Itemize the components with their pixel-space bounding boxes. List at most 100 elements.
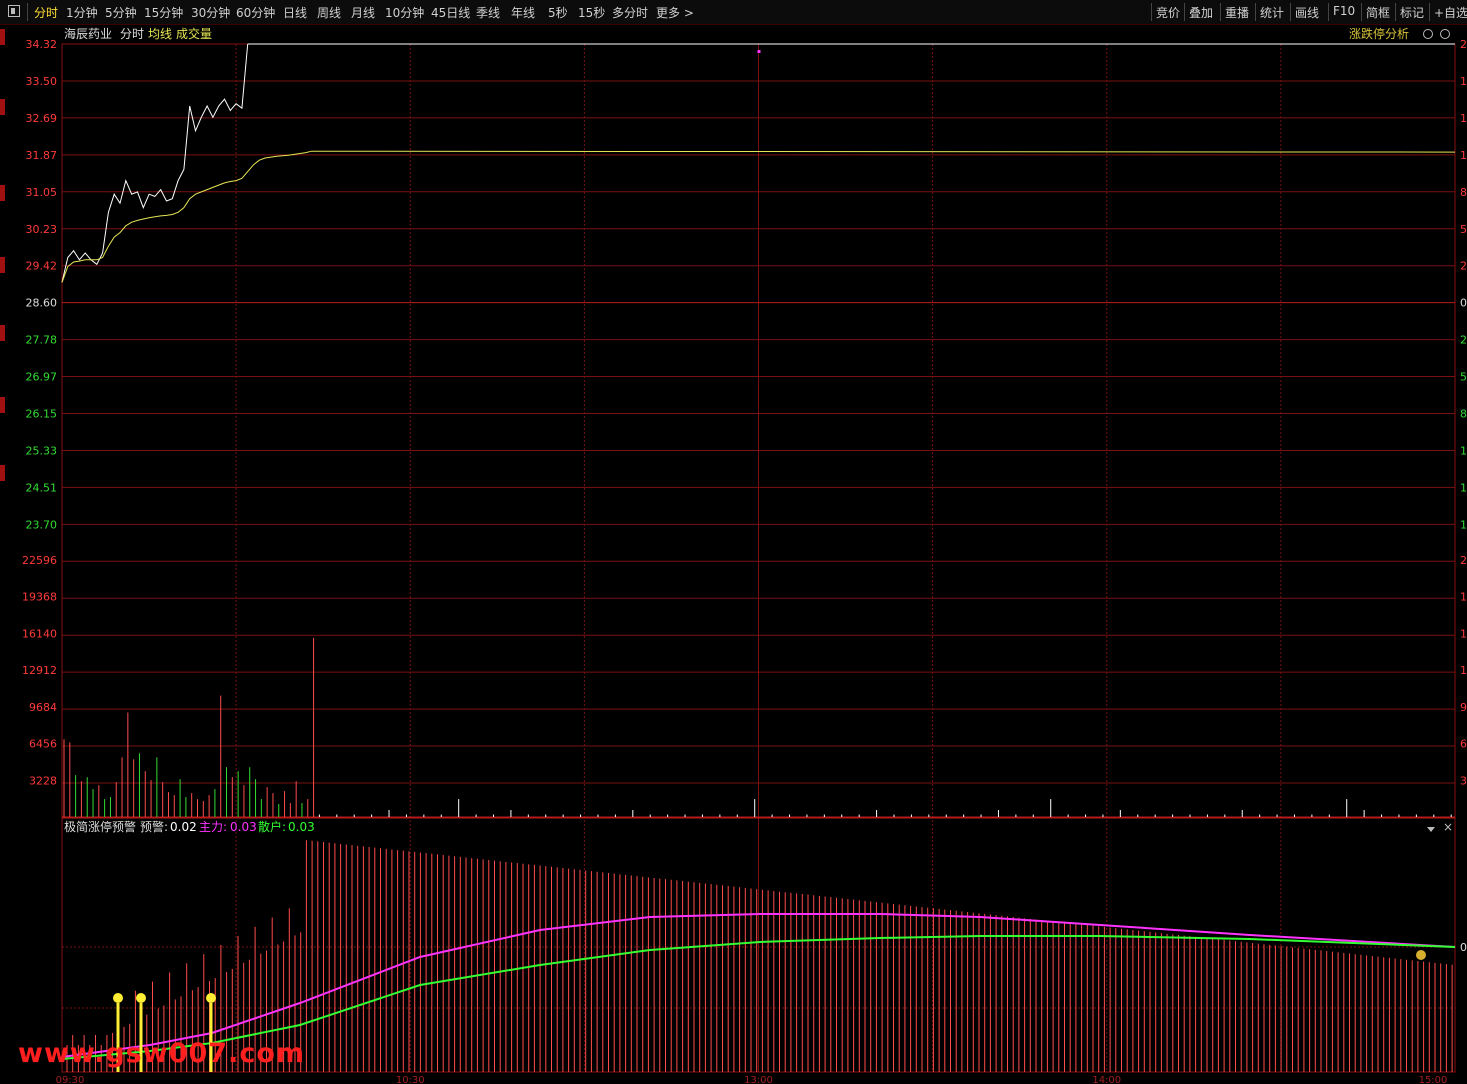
volume-right-label: 1 — [1460, 664, 1467, 677]
tool-button-8[interactable]: +自选 — [1434, 4, 1467, 21]
right-axis-label: 1 — [1460, 518, 1467, 531]
time-axis-label: 13:00 — [744, 1075, 773, 1084]
tool-button-1[interactable]: 叠加 — [1189, 4, 1213, 21]
tab-period-2[interactable]: 5分钟 — [105, 4, 137, 21]
tab-period-6[interactable]: 日线 — [283, 4, 307, 21]
time-axis-label: 15:00 — [1419, 1075, 1448, 1084]
money-bag-icon — [1416, 950, 1426, 960]
volume-axis-label: 9684 — [29, 701, 57, 714]
right-axis-label: 1 — [1460, 444, 1467, 457]
right-axis-label: 1 — [1460, 481, 1467, 494]
price-axis-label: 31.05 — [26, 186, 58, 199]
tab-period-3[interactable]: 15分钟 — [144, 4, 183, 21]
stock-name: 海辰药业 — [64, 26, 112, 41]
tab-period-14[interactable]: 15秒 — [578, 4, 605, 21]
retail-value: 0.03 — [288, 820, 315, 834]
tab-period-16[interactable]: 更多 > — [656, 4, 694, 21]
tab-period-7[interactable]: 周线 — [317, 4, 341, 21]
right-axis-label: 1 — [1460, 112, 1467, 125]
tool-button-4[interactable]: 画线 — [1295, 4, 1319, 21]
tool-button-0[interactable]: 竞价 — [1156, 4, 1180, 21]
tab-period-10[interactable]: 45日线 — [431, 4, 470, 21]
right-axis-label: 2 — [1460, 260, 1467, 273]
tool-button-3[interactable]: 统计 — [1260, 4, 1284, 21]
tab-period-12[interactable]: 年线 — [511, 4, 535, 21]
volume-right-label: 1 — [1460, 627, 1467, 640]
volume-axis-label: 19368 — [22, 591, 57, 604]
right-axis-label: 0 — [1460, 297, 1467, 310]
price-axis-label: 28.60 — [26, 297, 58, 310]
volume-axis-label: 12912 — [22, 664, 57, 677]
price-axis-label: 26.15 — [26, 408, 58, 421]
volume-label: 成交量 — [176, 26, 212, 41]
noon-marker — [757, 50, 761, 53]
right-axis-label: 8 — [1460, 186, 1467, 199]
tab-period-4[interactable]: 30分钟 — [191, 4, 230, 21]
limit-analysis-link: 涨跌停分析 — [1349, 26, 1409, 41]
price-axis-label: 24.51 — [26, 481, 58, 494]
indicator-right-label: 0 — [1460, 941, 1467, 954]
price-axis-label: 29.42 — [26, 260, 58, 273]
price-axis-label: 33.50 — [26, 75, 58, 88]
time-axis-label: 14:00 — [1092, 1075, 1121, 1084]
settings-icon — [1423, 29, 1433, 39]
tab-period-9[interactable]: 10分钟 — [385, 4, 424, 21]
volume-axis-label: 6456 — [29, 738, 57, 751]
indicator-name: 极简涨停预警 — [64, 819, 136, 834]
top-toolbar: 分时 1分钟 5分钟 15分钟 30分钟 60分钟 日线 周线 月线 10分钟 45日线 季线 年线 5秒… — [0, 0, 1467, 25]
money-bag-icon — [113, 993, 123, 1003]
volume-right-label: 6 — [1460, 738, 1467, 751]
tab-period-0[interactable]: 分时 — [34, 4, 58, 21]
mode-label: 分时 — [120, 27, 144, 41]
right-axis-label: 8 — [1460, 408, 1467, 421]
price-axis-label: 27.78 — [26, 334, 58, 347]
triangle-down-icon[interactable] — [1427, 827, 1435, 832]
tab-period-13[interactable]: 5秒 — [548, 4, 568, 21]
right-axis-label: 5 — [1460, 223, 1467, 236]
tool-button-6[interactable]: 简框 — [1366, 4, 1390, 21]
price-axis-label: 32.69 — [26, 112, 58, 125]
right-axis-label: 2 — [1460, 334, 1467, 347]
price-axis-label: 25.33 — [26, 444, 58, 457]
panel-toggle-icon[interactable] — [8, 5, 20, 17]
tool-button-5[interactable]: F10 — [1333, 4, 1355, 18]
time-axis-label: 09:30 — [56, 1075, 85, 1084]
price-axis-label: 31.87 — [26, 149, 58, 162]
tab-period-8[interactable]: 月线 — [351, 4, 375, 21]
main-label: 主力: — [199, 820, 227, 834]
volume-axis-label: 3228 — [29, 774, 57, 787]
main-value: 0.03 — [230, 820, 257, 834]
alert-label: 预警: — [140, 819, 168, 834]
watermark: www.gsw007.com — [18, 1038, 306, 1069]
intraday-chart[interactable]: 34.32 2 33.50 1 32.69 1 31.87 1 31.05 8 30.23 5 29.4… — [0, 25, 1467, 1084]
alert-value: 0.02 — [170, 820, 197, 834]
tab-period-1[interactable]: 1分钟 — [66, 4, 98, 21]
price-axis-label: 26.97 — [26, 371, 58, 384]
tab-period-15[interactable]: 多分时 — [612, 4, 648, 21]
volume-right-label: 1 — [1460, 591, 1467, 604]
volume-axis-label: 22596 — [22, 554, 57, 567]
time-axis-label: 10:30 — [396, 1075, 425, 1084]
volume-right-label: 2 — [1460, 554, 1467, 567]
right-axis-label: 1 — [1460, 75, 1467, 88]
price-axis-label: 30.23 — [26, 223, 58, 236]
avg-line-label: 均线 — [148, 27, 172, 41]
tool-button-7[interactable]: 标记 — [1400, 4, 1424, 21]
volume-right-label: 3 — [1460, 774, 1467, 787]
price-line — [61, 43, 249, 283]
chart-controls — [1423, 29, 1450, 39]
tab-period-11[interactable]: 季线 — [476, 4, 500, 21]
volume-right-label: 9 — [1460, 701, 1467, 714]
close-icon[interactable]: × — [1443, 820, 1453, 834]
money-bag-icon — [206, 993, 216, 1003]
tool-button-2[interactable]: 重播 — [1225, 4, 1249, 21]
price-axis-label: 34.32 — [26, 38, 58, 51]
retail-label: 散户: — [258, 819, 286, 834]
tab-period-5[interactable]: 60分钟 — [236, 4, 275, 21]
volume-axis-label: 16140 — [22, 627, 57, 640]
zoom-icon — [1440, 29, 1450, 39]
price-axis-label: 23.70 — [26, 518, 58, 531]
right-axis-label: 1 — [1460, 149, 1467, 162]
right-axis-label: 2 — [1460, 38, 1467, 51]
money-bag-icon — [136, 993, 146, 1003]
